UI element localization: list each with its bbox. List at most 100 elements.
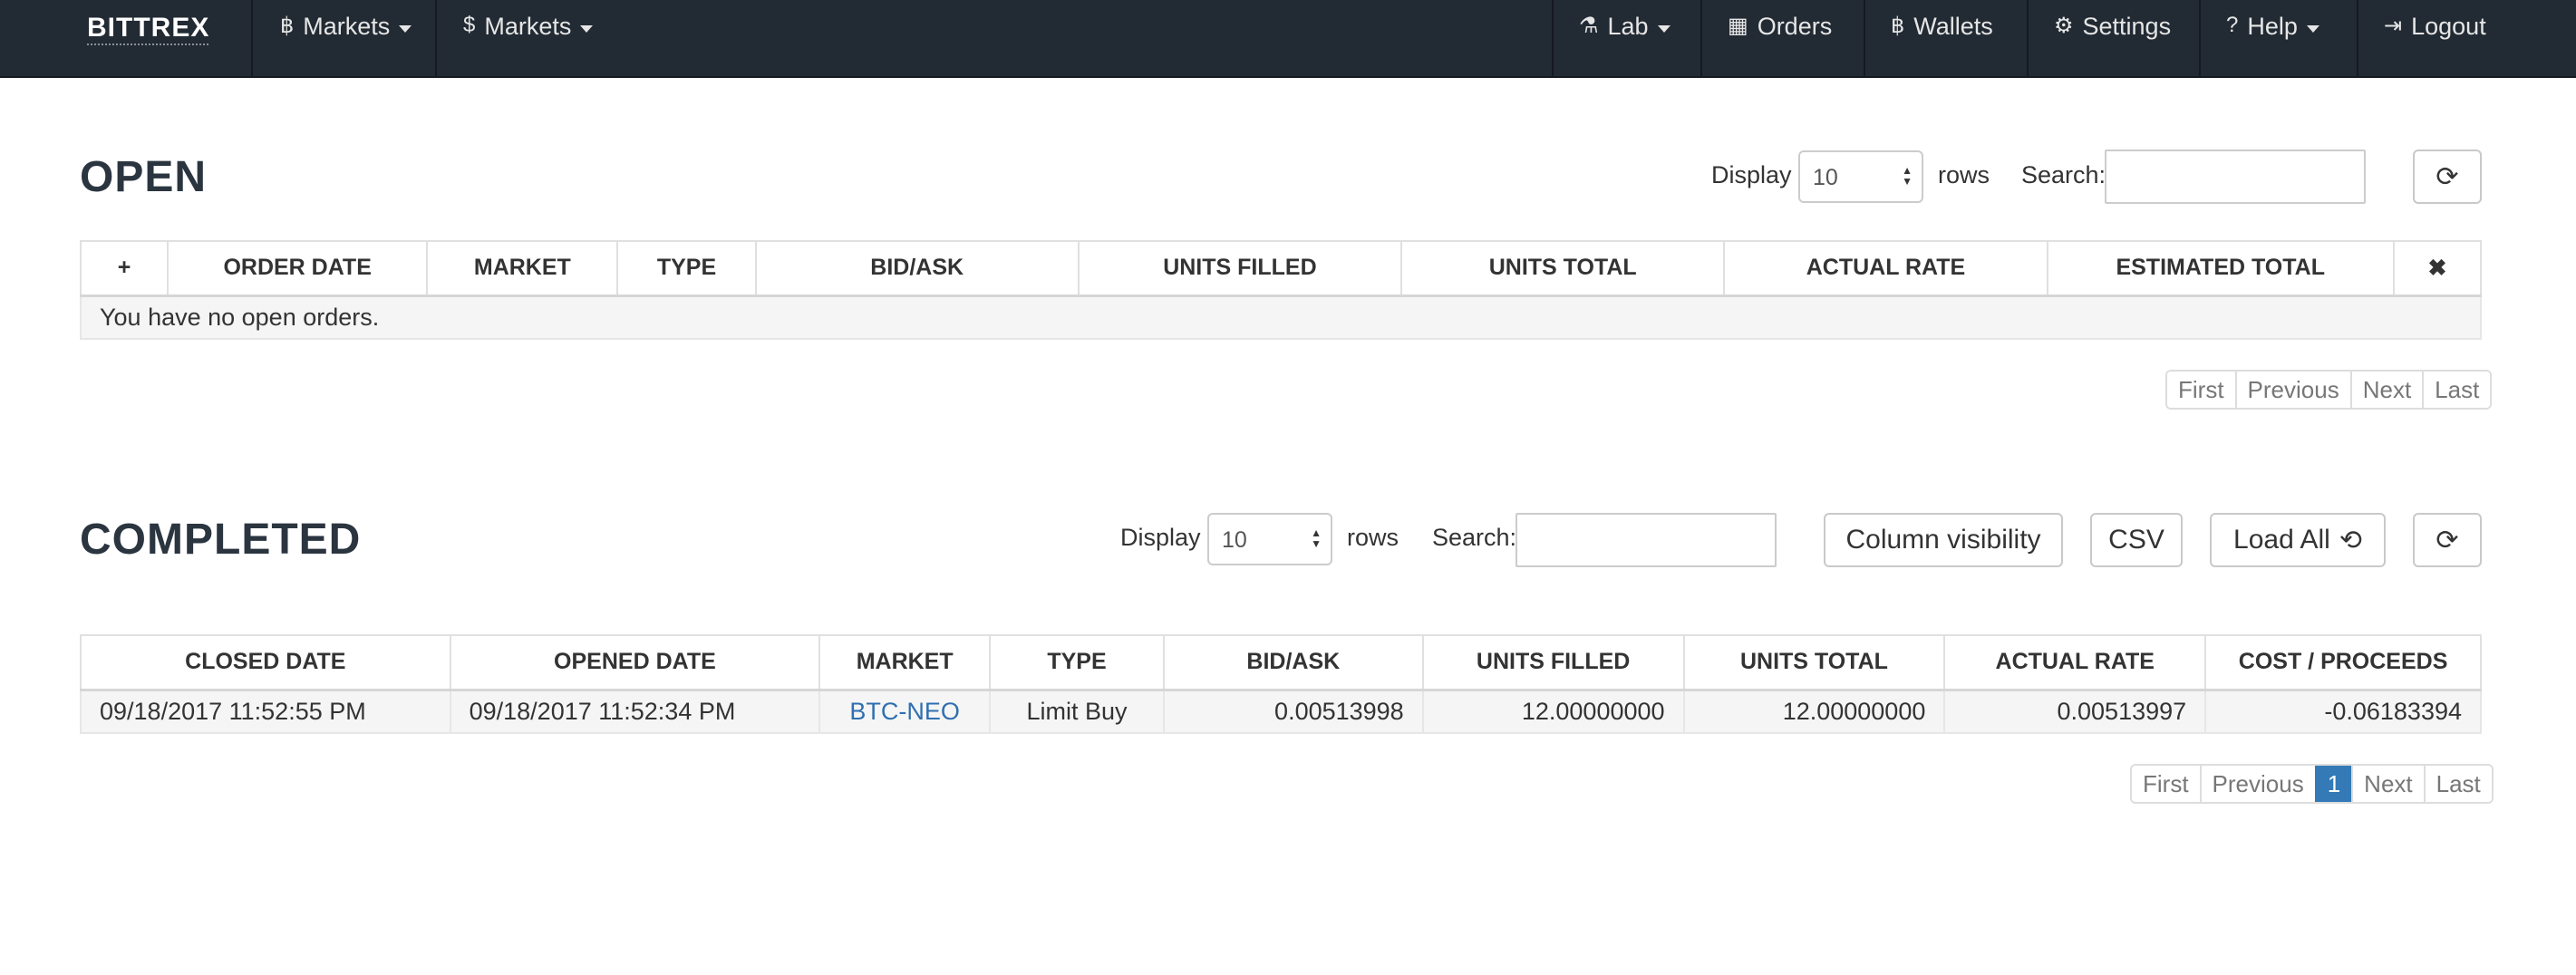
open-col-bid-ask[interactable]: BID/ASK <box>754 240 1080 297</box>
column-visibility-button[interactable]: Column visibility <box>1824 513 2063 567</box>
open-col-estimated-total[interactable]: ESTIMATED TOTAL <box>2046 240 2395 297</box>
completed-page-last[interactable]: Last <box>2423 766 2492 802</box>
cell-bid-ask: 0.00513998 <box>1162 689 1424 734</box>
open-section-title: OPEN <box>80 153 208 201</box>
brand-logo[interactable]: BITTREX <box>87 13 209 43</box>
nav-divider <box>1700 0 1702 76</box>
nav-wallets-label: Wallets <box>1913 13 1993 40</box>
cell-cost-proceeds: -0.06183394 <box>2204 689 2482 734</box>
bitcoin-icon: ฿ <box>280 14 295 38</box>
nav-logout-label: Logout <box>2411 13 2486 40</box>
nav-help-dropdown[interactable]: ? Help <box>2226 0 2319 76</box>
caret-down-icon <box>1657 25 1671 33</box>
completed-page-next[interactable]: Next <box>2351 766 2424 802</box>
nav-divider <box>2027 0 2029 76</box>
calendar-icon: ▦ <box>1728 14 1748 38</box>
nav-wallets[interactable]: ฿ Wallets <box>1891 0 1993 76</box>
open-page-previous[interactable]: Previous <box>2234 372 2350 408</box>
nav-divider <box>251 0 253 76</box>
cell-market: BTC-NEO <box>818 689 992 734</box>
nav-btc-markets-dropdown[interactable]: ฿ Markets <box>280 0 412 76</box>
load-all-button[interactable]: Load All ⟲ <box>2210 513 2386 567</box>
open-col-market[interactable]: MARKET <box>426 240 619 297</box>
open-page-last[interactable]: Last <box>2422 372 2491 408</box>
nav-logout[interactable]: ⇥ Logout <box>2384 0 2486 76</box>
completed-col-actual-rate[interactable]: ACTUAL RATE <box>1943 634 2207 691</box>
completed-page-first[interactable]: First <box>2132 766 2200 802</box>
open-search-label: Search: <box>2021 161 2106 188</box>
completed-section-title: COMPLETED <box>80 516 362 564</box>
top-navbar: BITTREX ฿ Markets $ Markets ⚗ Lab ▦ Orde… <box>0 0 2576 78</box>
completed-col-units-total[interactable]: UNITS TOTAL <box>1682 634 1946 691</box>
bitcoin-icon: ฿ <box>1891 14 1905 38</box>
nav-lab-dropdown[interactable]: ⚗ Lab <box>1579 0 1671 76</box>
select-arrows-icon: ▲ ▼ <box>1311 526 1322 550</box>
logout-icon: ⇥ <box>2384 14 2403 38</box>
nav-orders[interactable]: ▦ Orders <box>1728 0 1832 76</box>
open-empty-message: You have no open orders. <box>80 294 2482 340</box>
csv-export-button[interactable]: CSV <box>2090 513 2183 567</box>
nav-divider <box>2199 0 2201 76</box>
caret-down-icon <box>399 25 412 33</box>
open-col-type[interactable]: TYPE <box>616 240 757 297</box>
completed-col-units-filled[interactable]: UNITS FILLED <box>1421 634 1685 691</box>
open-table-header-row: + ORDER DATE MARKET TYPE BID/ASK UNITS F… <box>79 240 2483 297</box>
load-all-label: Load All <box>2233 525 2330 555</box>
open-rows-label: rows <box>1938 161 1990 188</box>
market-link[interactable]: BTC-NEO <box>849 698 960 725</box>
completed-orders-table: CLOSED DATE OPENED DATE MARKET TYPE BID/… <box>80 634 2482 734</box>
open-col-order-date[interactable]: ORDER DATE <box>167 240 429 297</box>
open-col-cancel[interactable]: ✖ <box>2392 240 2483 297</box>
nav-lab-label: Lab <box>1607 13 1649 40</box>
select-arrows-icon: ▲ ▼ <box>1902 164 1913 188</box>
open-search-input[interactable] <box>2105 150 2366 204</box>
caret-down-icon <box>580 25 594 33</box>
completed-refresh-button[interactable]: ⟳ <box>2413 513 2482 567</box>
completed-page-previous[interactable]: Previous <box>2199 766 2315 802</box>
open-pagination: First Previous Next Last <box>2165 370 2493 410</box>
completed-col-opened-date[interactable]: OPENED DATE <box>449 634 821 691</box>
flask-icon: ⚗ <box>1579 14 1599 38</box>
completed-col-market[interactable]: MARKET <box>818 634 992 691</box>
open-page-next[interactable]: Next <box>2349 372 2423 408</box>
table-row: You have no open orders. <box>80 294 2482 340</box>
open-col-units-filled[interactable]: UNITS FILLED <box>1077 240 1403 297</box>
completed-rows-select[interactable]: 10 ▲ ▼ <box>1207 513 1332 565</box>
nav-btc-markets-label: Markets <box>303 13 391 40</box>
completed-search-input[interactable] <box>1516 513 1777 567</box>
open-refresh-button[interactable]: ⟳ <box>2413 150 2482 204</box>
completed-col-type[interactable]: TYPE <box>989 634 1165 691</box>
open-col-actual-rate[interactable]: ACTUAL RATE <box>1723 240 2048 297</box>
completed-col-closed-date[interactable]: CLOSED DATE <box>80 634 451 691</box>
nav-help-label: Help <box>2247 13 2298 40</box>
nav-divider <box>2357 0 2358 76</box>
refresh-icon: ⟳ <box>2436 161 2459 192</box>
nav-divider <box>1864 0 1865 76</box>
cell-closed-date: 09/18/2017 11:52:55 PM <box>80 689 451 734</box>
open-col-expand[interactable]: + <box>79 240 169 297</box>
cell-units-total: 12.00000000 <box>1682 689 1946 734</box>
completed-table-header-row: CLOSED DATE OPENED DATE MARKET TYPE BID/… <box>80 634 2482 691</box>
nav-usd-markets-dropdown[interactable]: $ Markets <box>463 0 594 76</box>
completed-display-label: Display <box>1120 524 1201 551</box>
refresh-icon: ⟳ <box>2436 525 2459 555</box>
open-rows-select[interactable]: 10 ▲ ▼ <box>1798 150 1923 203</box>
open-orders-table: + ORDER DATE MARKET TYPE BID/ASK UNITS F… <box>79 240 2483 340</box>
completed-page-1[interactable]: 1 <box>2314 766 2352 802</box>
history-icon: ⟲ <box>2339 525 2362 555</box>
completed-pagination: First Previous 1 Next Last <box>2130 764 2494 804</box>
nav-divider <box>1552 0 1554 76</box>
completed-col-bid-ask[interactable]: BID/ASK <box>1162 634 1424 691</box>
open-page-first[interactable]: First <box>2167 372 2235 408</box>
completed-col-cost-proceeds[interactable]: COST / PROCEEDS <box>2204 634 2482 691</box>
open-display-label: Display <box>1711 161 1792 188</box>
nav-usd-markets-label: Markets <box>484 13 572 40</box>
caret-down-icon <box>2306 25 2319 33</box>
open-rows-value: 10 <box>1813 165 1838 190</box>
cell-actual-rate: 0.00513997 <box>1943 689 2207 734</box>
open-col-units-total[interactable]: UNITS TOTAL <box>1400 240 1726 297</box>
nav-settings[interactable]: ⚙ Settings <box>2054 0 2171 76</box>
gear-icon: ⚙ <box>2054 14 2074 38</box>
completed-rows-label: rows <box>1347 524 1399 551</box>
nav-settings-label: Settings <box>2082 13 2172 40</box>
